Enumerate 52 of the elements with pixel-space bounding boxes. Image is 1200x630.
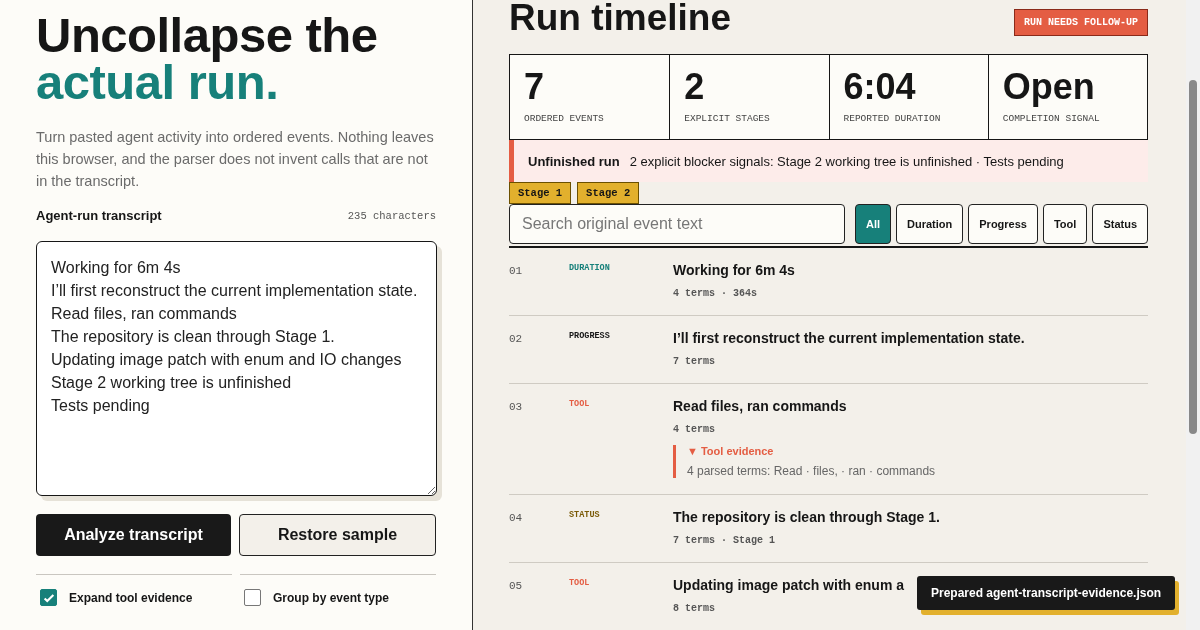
field-label: Agent-run transcript [36, 208, 162, 223]
event-type: TOOL [569, 398, 591, 409]
checkbox-label: Group by event type [273, 590, 390, 605]
event-number: 02 [509, 332, 524, 345]
stat-label: ORDERED EVENTS [524, 113, 605, 124]
transcript-field[interactable]: Working for 6m 4s I’ll first reconstruct the current implementation state. Read files, ran commands The repository is clean through Stage 1. Updating image patch with enum and IO changes Stage 2 working tree is unfinished Tests pending [36, 241, 437, 496]
event-type: TOOL [569, 577, 591, 588]
event-type: STATUS [569, 509, 601, 520]
filter-button[interactable]: Tool [1042, 204, 1088, 244]
stat-label: REPORTED DURATION [843, 113, 942, 124]
filter-button[interactable]: All [854, 204, 892, 244]
event-number: 05 [509, 579, 524, 592]
event-title: I’ll first reconstruct the current implementation state. [673, 330, 1026, 346]
filter-button[interactable]: Progress [968, 204, 1038, 244]
description: Turn pasted agent activity into ordered events. Nothing leaves this browser, and the parser does not invent calls that are not in the transcript. [36, 128, 435, 191]
stat-value: 6:04 [843, 67, 917, 107]
restore-button[interactable]: Restore sample [239, 514, 436, 556]
event-meta: 4 terms · 364s [673, 288, 758, 299]
scrollbar[interactable] [1186, 0, 1200, 630]
analyze-button[interactable]: Analyze transcript [36, 514, 231, 556]
event-number: 01 [509, 264, 524, 277]
checkbox-label: Expand tool evidence [69, 590, 193, 605]
alert-text: 2 explicit blocker signals: Stage 2 working tree is unfinished · Tests pending [629, 153, 1064, 169]
section-title: Run timeline [509, 0, 732, 40]
event-meta: 7 terms [673, 356, 716, 367]
stat-value: 2 [684, 67, 706, 107]
stat-label: COMPLETION SIGNAL [1002, 113, 1101, 124]
filter-button[interactable]: Duration [896, 204, 964, 244]
character-count: 235 characters [347, 209, 436, 222]
event-title: Read files, ran commands [673, 398, 848, 414]
alert-title: Unfinished run [528, 153, 620, 169]
event-title: Updating image patch with enum a [673, 577, 906, 593]
stat-value: 7 [524, 67, 546, 107]
stage-chip[interactable]: Stage 2 [577, 182, 640, 204]
event-number: 04 [509, 511, 524, 524]
event-type: PROGRESS [569, 330, 611, 341]
event-meta: 7 terms · Stage 1 [673, 535, 777, 546]
stat-value: Open [1002, 67, 1096, 107]
event-meta: 4 terms [673, 424, 716, 435]
status-badge: RUN NEEDS FOLLOW-UP [1013, 9, 1148, 36]
stage-chip[interactable]: Stage 1 [509, 182, 572, 204]
filter-button[interactable]: Status [1092, 204, 1148, 244]
event-number: 03 [509, 400, 524, 413]
evidence-text: 4 parsed terms: Read · files, · ran · commands [687, 464, 937, 478]
event-meta: 8 terms [673, 603, 716, 614]
checkbox[interactable] [40, 589, 57, 606]
event-title: Working for 6m 4s [673, 262, 796, 278]
stat-label: EXPLICIT STAGES [684, 113, 771, 124]
event-title: The repository is clean through Stage 1. [673, 509, 941, 525]
search-field[interactable]: Search original event text [509, 204, 845, 244]
checkbox[interactable] [244, 589, 261, 606]
event-type: DURATION [569, 262, 611, 273]
